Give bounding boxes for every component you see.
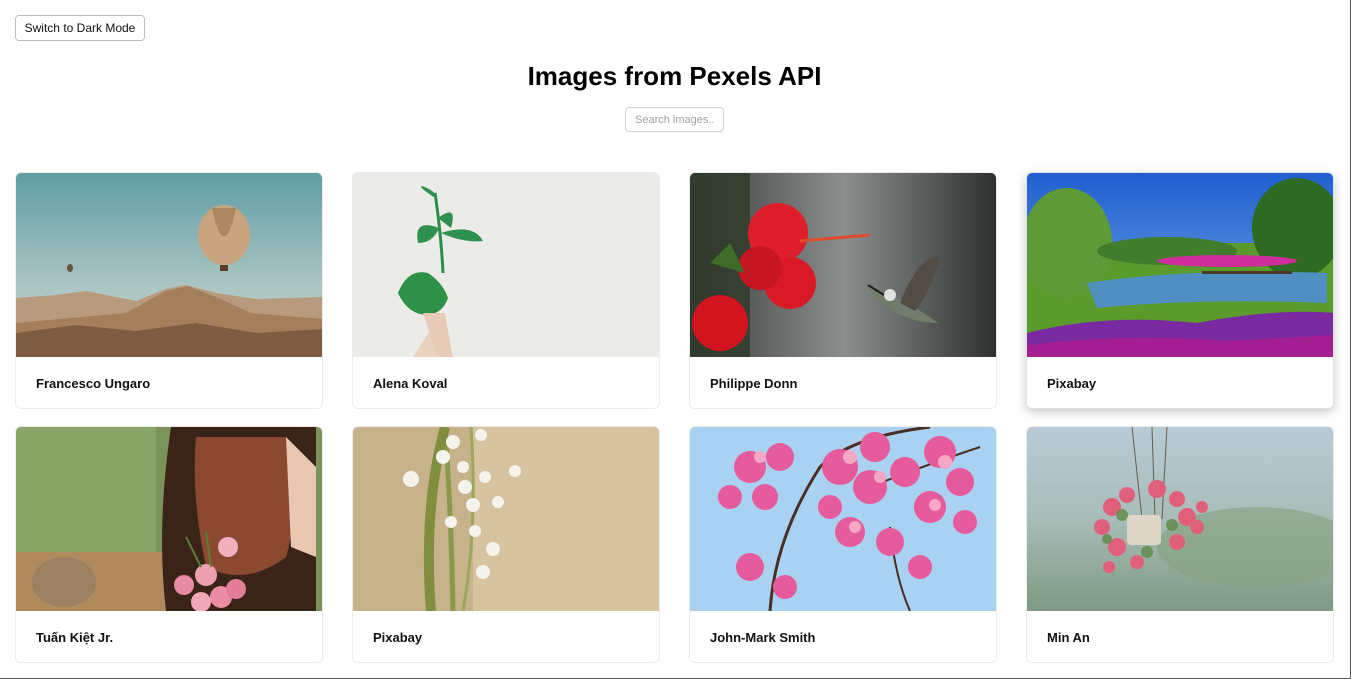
hummingbird-hibiscus-photo xyxy=(690,173,996,357)
image-card[interactable]: Pixabay xyxy=(352,426,660,663)
photographer-name: Pixabay xyxy=(1047,376,1097,391)
photographer-name: Pixabay xyxy=(373,630,423,645)
lily-of-the-valley-photo xyxy=(353,427,659,611)
page-title: Images from Pexels API xyxy=(527,61,822,91)
image-card[interactable]: John-Mark Smith xyxy=(689,426,997,663)
photographer-name: Alena Koval xyxy=(373,376,448,391)
garden-landscape-photo xyxy=(1027,173,1333,357)
photographer-name: Philippe Donn xyxy=(710,376,798,391)
image-card[interactable]: Alena Koval xyxy=(352,172,660,409)
image-card[interactable]: Philippe Donn xyxy=(689,172,997,409)
dark-mode-toggle-button[interactable]: Switch to Dark Mode xyxy=(15,15,145,41)
hot-air-balloon-photo xyxy=(16,173,322,357)
green-plant-hand-photo xyxy=(353,173,659,357)
photographer-name: Francesco Ungaro xyxy=(36,376,151,391)
woman-tulips-photo xyxy=(16,427,322,611)
image-card[interactable]: Francesco Ungaro xyxy=(15,172,323,409)
cherry-blossom-photo xyxy=(690,427,996,611)
image-card[interactable]: Min An xyxy=(1026,426,1334,663)
photographer-name: John-Mark Smith xyxy=(710,630,816,645)
photographer-name: Tuấn Kiệt Jr. xyxy=(36,630,114,645)
app-window: Switch to Dark Mode Images from Pexels A… xyxy=(0,0,1351,679)
image-card[interactable]: Tuấn Kiệt Jr. xyxy=(15,426,323,663)
photographer-name: Min An xyxy=(1047,630,1090,645)
search-input[interactable] xyxy=(625,107,724,132)
hanging-flower-pot-photo xyxy=(1027,427,1333,611)
image-card[interactable]: Pixabay xyxy=(1026,172,1334,409)
